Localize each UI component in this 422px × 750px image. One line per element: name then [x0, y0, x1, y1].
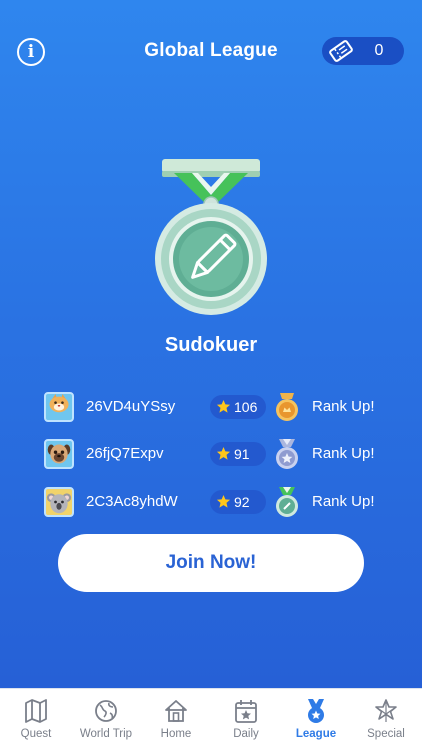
ticket-count: 0: [374, 42, 384, 59]
player-score: 91: [234, 446, 250, 462]
medal-icon: [308, 699, 324, 723]
score-pill: 92: [210, 490, 266, 514]
tab-daily[interactable]: Daily: [211, 689, 281, 750]
player-row: 26fjQ7Expv 91 Rank Up!: [44, 438, 384, 470]
player-score: 92: [234, 494, 250, 510]
ticket-counter[interactable]: 0: [322, 37, 404, 65]
gold-badge-icon: [276, 393, 298, 421]
player-score: 106: [234, 399, 258, 415]
header-bar: i Global League 0: [0, 30, 422, 72]
league-screen: i Global League 0 Sudokuer 26VD4uYSsy 10…: [0, 0, 422, 688]
join-now-button[interactable]: Join Now!: [58, 534, 364, 592]
score-pill: 91: [210, 442, 266, 466]
rank-status: Rank Up!: [312, 445, 375, 462]
player-name: 26VD4uYSsy: [86, 398, 176, 415]
score-pill: 106: [210, 395, 266, 419]
tab-label: Special: [367, 728, 405, 740]
rank-status: Rank Up!: [312, 398, 375, 415]
tab-home[interactable]: Home: [141, 689, 211, 750]
green-medal-pencil-icon: [155, 159, 267, 315]
silver-badge-icon: [276, 439, 298, 469]
tab-label: World Trip: [79, 728, 133, 740]
pug-avatar-icon: [44, 439, 74, 469]
star-icon: [216, 494, 231, 508]
tab-label: Home: [160, 728, 192, 740]
koala-avatar-icon: [44, 487, 74, 517]
tab-world-trip[interactable]: World Trip: [71, 689, 141, 750]
rank-status: Rank Up!: [312, 493, 375, 510]
tab-label: League: [295, 728, 337, 740]
league-name: Sudokuer: [164, 334, 258, 356]
tab-league[interactable]: League: [281, 689, 351, 750]
tab-quest[interactable]: Quest: [1, 689, 71, 750]
home-icon: [165, 700, 187, 722]
snowflake-star-icon: [375, 699, 397, 722]
ticket-icon: [329, 40, 353, 62]
tab-special[interactable]: Special: [351, 689, 421, 750]
green-badge-icon: [276, 487, 298, 517]
player-name: 26fjQ7Expv: [86, 445, 164, 462]
cat-avatar-icon: [44, 392, 74, 422]
tab-label: Quest: [20, 728, 52, 740]
globe-icon: [95, 700, 117, 722]
star-icon: [216, 446, 231, 460]
player-row: 26VD4uYSsy 106 Rank Up!: [44, 391, 384, 423]
tab-label: Daily: [233, 728, 259, 740]
calendar-star-icon: [235, 700, 257, 723]
star-icon: [216, 399, 231, 413]
bottom-tab-bar: Quest World Trip Home Daily League Speci…: [0, 688, 422, 750]
player-row: 2C3Ac8yhdW 92 Rank Up!: [44, 486, 384, 518]
player-name: 2C3Ac8yhdW: [86, 493, 178, 510]
map-icon: [25, 699, 47, 723]
